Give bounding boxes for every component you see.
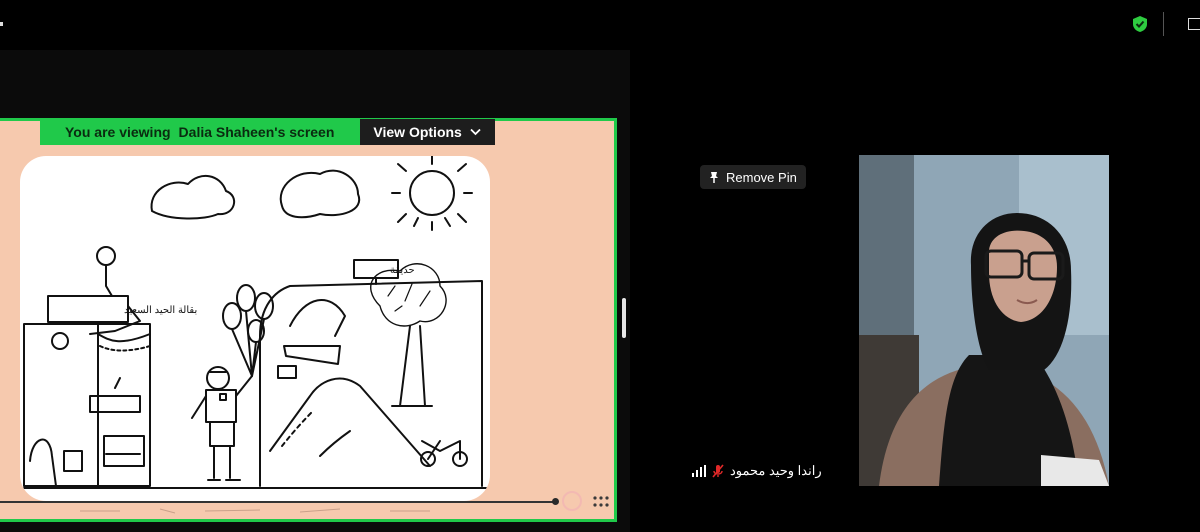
- participant-name: راندا وحيد محمود: [730, 463, 822, 478]
- panel-splitter-handle[interactable]: [622, 298, 626, 338]
- sun: [409, 170, 455, 216]
- annotation-ring-icon[interactable]: [562, 491, 582, 511]
- viewing-status: You are viewing Dalia Shaheen's screen: [40, 119, 361, 145]
- participant-name-label: راندا وحيد محمود: [692, 462, 822, 480]
- signal-bars-icon: [692, 465, 706, 477]
- road-sign-text: حديقة: [390, 265, 415, 276]
- shield-check-icon[interactable]: [1131, 15, 1149, 33]
- pin-icon: [710, 171, 718, 183]
- view-options-button[interactable]: View Options: [360, 119, 495, 145]
- more-dots-icon[interactable]: [592, 494, 610, 510]
- participant-video-feed: [859, 155, 1109, 486]
- meeting-top-bar: [0, 0, 1200, 48]
- cloud-middle: [279, 169, 361, 219]
- top-bar-divider: [1163, 12, 1164, 36]
- window-control-icon[interactable]: [1188, 18, 1200, 30]
- shop-sign: [47, 295, 129, 323]
- shop-sign-text: بقالة الحيد السعيد: [124, 305, 197, 316]
- window-edge-marker: [0, 22, 3, 26]
- share-progress-handle[interactable]: [552, 498, 559, 505]
- viewing-banner: You are viewing Dalia Shaheen's screen V…: [40, 119, 495, 145]
- shared-screen-bottom-strip: [80, 508, 430, 514]
- viewing-prefix: You are viewing: [65, 124, 171, 140]
- share-progress-track: [0, 501, 556, 503]
- cloud-left: [150, 175, 236, 220]
- chevron-down-icon: [470, 128, 481, 136]
- presenter-screen-name: Dalia Shaheen's screen: [178, 124, 335, 140]
- view-options-label: View Options: [373, 124, 462, 140]
- participant-video-tile[interactable]: [859, 155, 1109, 486]
- remove-pin-label: Remove Pin: [726, 169, 797, 185]
- drawing-canvas: بقالة الحيد السعيد حديقة: [23, 156, 487, 489]
- mic-muted-icon: [712, 464, 724, 478]
- remove-pin-button[interactable]: Remove Pin: [700, 165, 806, 189]
- shared-child-drawing: بقالة الحيد السعيد حديقة: [20, 156, 490, 501]
